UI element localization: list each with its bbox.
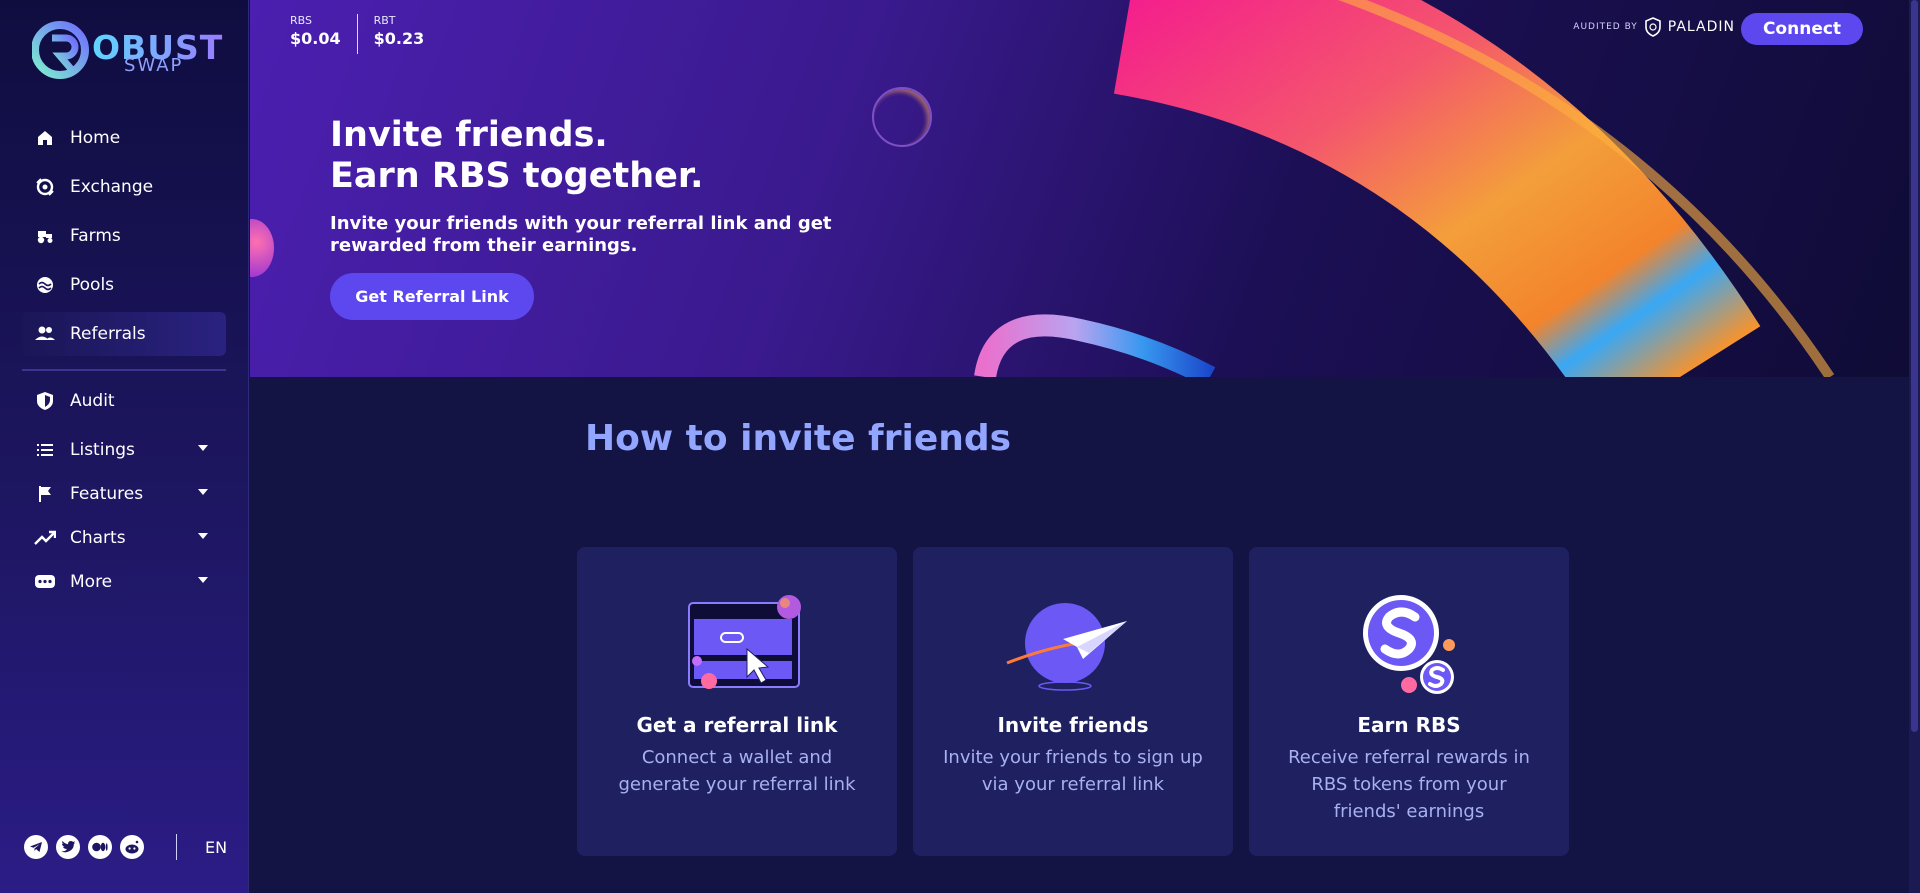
- nav-label-listings: Listings: [70, 440, 135, 460]
- nav-label-more: More: [70, 572, 113, 592]
- price-rbs: RBS $0.04: [290, 14, 357, 54]
- flag-icon: [34, 483, 56, 505]
- nav-item-charts[interactable]: Charts: [22, 516, 226, 560]
- social-divider: [176, 834, 177, 860]
- nav-item-home[interactable]: Home: [22, 116, 226, 160]
- price-rbt-label: RBT: [373, 14, 396, 27]
- card-title: Invite friends: [997, 713, 1149, 737]
- auditor-name: PALADIN: [1667, 19, 1735, 35]
- social-links: EN: [24, 834, 227, 860]
- audited-by-badge[interactable]: AUDITED BY PALADIN: [1573, 17, 1735, 37]
- chevron-down-icon: [198, 577, 208, 583]
- nav-label-exchange: Exchange: [70, 177, 154, 197]
- exchange-icon: [34, 176, 56, 198]
- sidebar: OBUST SWAP Home Exchange Farms Pools Ref…: [0, 0, 249, 893]
- decorative-ring: [872, 87, 932, 147]
- card-title: Earn RBS: [1357, 713, 1461, 737]
- price-divider: [356, 14, 358, 54]
- chevron-down-icon: [198, 445, 208, 451]
- get-referral-link-button[interactable]: Get Referral Link: [330, 273, 534, 320]
- card-title: Get a referral link: [636, 713, 838, 737]
- nav-item-audit[interactable]: Audit: [22, 379, 226, 423]
- chat-bubble-icon: [34, 571, 56, 593]
- list-icon: [34, 439, 56, 461]
- chevron-down-icon: [198, 489, 208, 495]
- hero-subtitle: Invite your friends with your referral l…: [330, 213, 832, 256]
- price-rbt-value: $0.23: [373, 29, 425, 48]
- nav-item-features[interactable]: Features: [22, 472, 226, 516]
- tractor-icon: [34, 225, 56, 247]
- nav-item-more[interactable]: More: [22, 560, 226, 604]
- nav-item-referrals[interactable]: Referrals: [22, 312, 226, 356]
- nav-label-farms: Farms: [70, 226, 121, 246]
- hero-title-line2: Earn RBS together.: [330, 156, 704, 196]
- sidebar-divider: [22, 369, 226, 371]
- robustswap-logo[interactable]: OBUST SWAP: [32, 18, 222, 82]
- trending-up-icon: [34, 527, 56, 549]
- price-rbt: RBT $0.23: [374, 14, 441, 54]
- howto-card-referral-link: Get a referral link Connect a wallet and…: [577, 547, 897, 856]
- referral-link-illustration-icon: [688, 595, 801, 689]
- nav-item-pools[interactable]: Pools: [22, 263, 226, 307]
- scrollbar-thumb[interactable]: [1911, 0, 1918, 732]
- paper-plane-illustration-icon: [1006, 603, 1127, 691]
- nav-label-features: Features: [70, 484, 144, 504]
- nav-item-farms[interactable]: Farms: [22, 214, 226, 258]
- paladin-shield-icon: [1644, 17, 1661, 37]
- people-icon: [34, 323, 56, 345]
- medium-icon[interactable]: [88, 835, 112, 859]
- howto-card-invite-friends: Invite friends Invite your friends to si…: [913, 547, 1233, 856]
- nav-label-referrals: Referrals: [70, 324, 146, 344]
- price-rbs-label: RBS: [290, 14, 312, 27]
- language-selector[interactable]: EN: [205, 838, 227, 857]
- page-scrollbar[interactable]: [1909, 0, 1920, 893]
- audited-by-label: AUDITED BY: [1573, 22, 1638, 32]
- twitter-icon[interactable]: [56, 835, 80, 859]
- nav-item-exchange[interactable]: Exchange: [22, 165, 226, 209]
- logo-mark-icon: [32, 21, 89, 79]
- nav-label-charts: Charts: [70, 528, 126, 548]
- telegram-icon[interactable]: [24, 835, 48, 859]
- chevron-down-icon: [198, 533, 208, 539]
- hero-banner: RBS $0.04 RBT $0.23 AUDITED BY PALADIN C…: [250, 0, 1915, 377]
- shield-icon: [34, 390, 56, 412]
- howto-title: How to invite friends: [585, 418, 1012, 459]
- pools-icon: [34, 274, 56, 296]
- howto-card-earn-rbs: Earn RBS Receive referral rewards in RBS…: [1249, 547, 1569, 856]
- nav-label-home: Home: [70, 128, 121, 148]
- nav-label-audit: Audit: [70, 391, 115, 411]
- hero-title: Invite friends. Earn RBS together.: [330, 115, 703, 197]
- reddit-icon[interactable]: [120, 835, 144, 859]
- card-description: Receive referral rewards in RBS tokens f…: [1288, 747, 1530, 822]
- nav-item-listings[interactable]: Listings: [22, 428, 226, 472]
- token-prices: RBS $0.04 RBT $0.23: [290, 14, 440, 54]
- price-rbs-value: $0.04: [290, 29, 341, 48]
- connect-wallet-button[interactable]: Connect: [1741, 13, 1863, 45]
- logo-word-swap: SWAP: [124, 55, 184, 76]
- hero-title-line1: Invite friends.: [330, 115, 608, 155]
- home-icon: [34, 127, 56, 149]
- card-description: Invite your friends to sign up via your …: [943, 747, 1203, 795]
- rbs-token-illustration-icon: [1363, 595, 1455, 694]
- card-description: Connect a wallet and generate your refer…: [618, 747, 856, 795]
- nav-label-pools: Pools: [70, 275, 115, 295]
